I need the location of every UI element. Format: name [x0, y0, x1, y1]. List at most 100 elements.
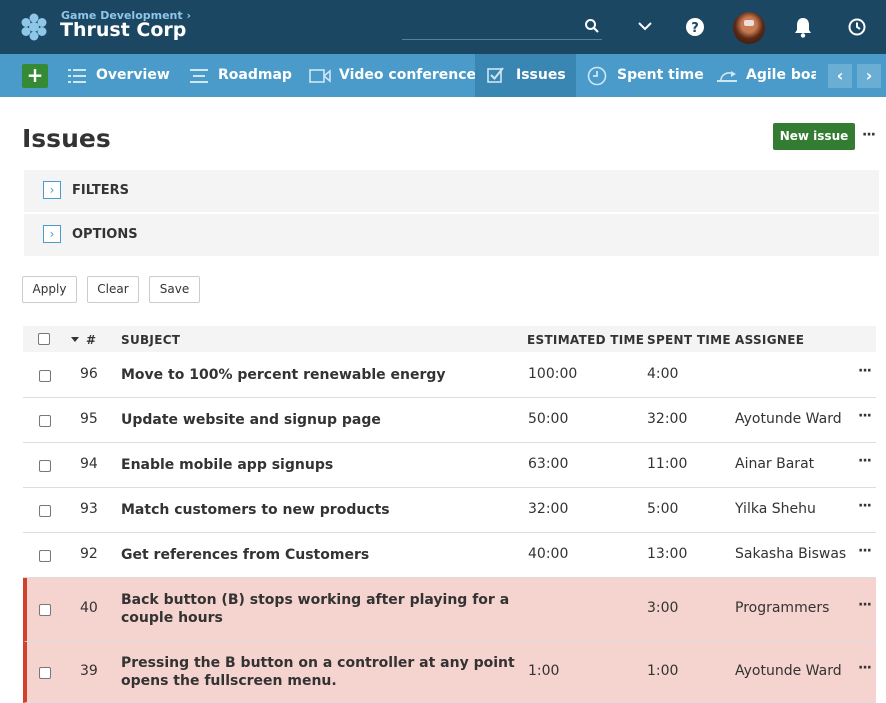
search-input[interactable]	[402, 14, 602, 40]
chevron-down-icon[interactable]	[637, 20, 653, 32]
table-row[interactable]: 92 Get references from Customers 40:00 13:0…	[23, 533, 876, 578]
tab-issues[interactable]: Issues	[475, 54, 576, 97]
row-checkbox[interactable]	[39, 460, 51, 472]
nav-scroll-right-button[interactable]: ›	[857, 64, 881, 88]
issue-subject[interactable]: Back button (B) stops working after play…	[121, 591, 521, 627]
row-more-icon[interactable]: ···	[858, 660, 872, 676]
row-checkbox[interactable]	[39, 550, 51, 562]
agile-icon	[717, 71, 737, 83]
tab-agile-boards[interactable]: Agile boards	[708, 54, 816, 97]
issue-estimated-time: 50:00	[528, 411, 569, 427]
project-name[interactable]: Thrust Corp	[60, 19, 186, 41]
row-checkbox[interactable]	[39, 667, 51, 679]
issue-spent-time[interactable]: 32:00	[647, 411, 687, 427]
issue-subject[interactable]: Enable mobile app signups	[121, 456, 521, 474]
tab-roadmap[interactable]: Roadmap	[182, 54, 297, 97]
clear-button[interactable]: Clear	[87, 276, 139, 303]
help-icon[interactable]: ?	[685, 17, 705, 37]
row-more-icon[interactable]: ···	[858, 408, 872, 424]
issue-id[interactable]: 92	[80, 546, 98, 562]
issue-assignee[interactable]: Sakasha Biswas	[735, 546, 846, 562]
options-panel[interactable]: › OPTIONS	[24, 214, 879, 256]
issue-estimated-time: 100:00	[528, 366, 578, 382]
table-row[interactable]: 95 Update website and signup page 50:00 32:…	[23, 398, 876, 443]
issue-spent-time[interactable]: 3:00	[647, 600, 678, 616]
row-checkbox[interactable]	[39, 415, 51, 427]
more-options-icon[interactable]: ···	[862, 127, 876, 143]
main-nav: + Overview Roadmap Video conference Issu…	[0, 54, 886, 97]
issue-estimated-time: 32:00	[528, 501, 569, 517]
column-assignee[interactable]: ASSIGNEE	[735, 333, 804, 347]
save-button[interactable]: Save	[149, 276, 200, 303]
tab-issues-label: Issues	[516, 67, 566, 83]
table-row[interactable]: 94 Enable mobile app signups 63:00 11:00 Ain…	[23, 443, 876, 488]
top-bar: Game Development › Thrust Corp ?	[0, 0, 886, 54]
nav-scroll-left-button[interactable]: ‹	[828, 64, 852, 88]
new-issue-button[interactable]: New issue	[773, 123, 855, 150]
bell-icon[interactable]	[793, 16, 813, 38]
row-more-icon[interactable]: ···	[858, 453, 872, 469]
select-all-checkbox[interactable]	[38, 333, 50, 345]
openproject-logo-icon[interactable]	[20, 13, 48, 41]
table-row[interactable]: 40 Back button (B) stops working after pl…	[23, 578, 876, 642]
row-checkbox[interactable]	[39, 505, 51, 517]
table-row[interactable]: 93 Match customers to new products 32:00 5:…	[23, 488, 876, 533]
tab-video-conference[interactable]: Video conference	[301, 54, 476, 97]
tab-spent-time-label: Spent time	[617, 67, 704, 83]
issue-assignee[interactable]: Yilka Shehu	[735, 501, 816, 517]
table-row[interactable]: 96 Move to 100% percent renewable energy 1…	[23, 353, 876, 398]
issue-id[interactable]: 39	[80, 663, 98, 679]
issue-id[interactable]: 95	[80, 411, 98, 427]
issue-subject[interactable]: Get references from Customers	[121, 546, 521, 564]
tab-overview[interactable]: Overview	[60, 54, 175, 97]
issue-spent-time[interactable]: 11:00	[647, 456, 687, 472]
clock-icon	[587, 66, 607, 86]
chevron-right-icon[interactable]: ›	[43, 181, 61, 199]
roadmap-icon	[190, 69, 208, 83]
sort-desc-icon[interactable]	[71, 337, 79, 342]
filters-label: FILTERS	[72, 183, 129, 198]
row-more-icon[interactable]: ···	[858, 363, 872, 379]
issue-assignee[interactable]: Ainar Barat	[735, 456, 814, 472]
filters-panel[interactable]: › FILTERS	[24, 170, 879, 212]
column-id[interactable]: #	[86, 333, 96, 347]
issue-id[interactable]: 40	[80, 600, 98, 616]
issue-estimated-time: 40:00	[528, 546, 569, 562]
list-icon	[68, 69, 86, 83]
issue-spent-time[interactable]: 1:00	[647, 663, 678, 679]
row-more-icon[interactable]: ···	[858, 498, 872, 514]
apply-button[interactable]: Apply	[22, 276, 77, 303]
column-subject[interactable]: SUBJECT	[121, 333, 180, 347]
row-more-icon[interactable]: ···	[858, 543, 872, 559]
issue-subject[interactable]: Match customers to new products	[121, 501, 521, 519]
issue-id[interactable]: 96	[80, 366, 98, 382]
avatar[interactable]	[733, 12, 765, 44]
search-icon[interactable]	[584, 18, 600, 34]
options-label: OPTIONS	[72, 227, 138, 242]
tab-roadmap-label: Roadmap	[218, 67, 292, 83]
row-checkbox[interactable]	[39, 370, 51, 382]
page-title: Issues	[22, 124, 111, 153]
add-button[interactable]: +	[22, 64, 48, 88]
issue-spent-time[interactable]: 4:00	[647, 366, 678, 382]
column-estimated-time[interactable]: ESTIMATED TIME	[527, 333, 644, 347]
table-row[interactable]: 39 Pressing the B button on a controller …	[23, 642, 876, 703]
issue-spent-time[interactable]: 5:00	[647, 501, 678, 517]
issue-id[interactable]: 94	[80, 456, 98, 472]
checkbox-icon	[487, 67, 504, 83]
column-spent-time[interactable]: SPENT TIME	[647, 333, 731, 347]
row-checkbox[interactable]	[39, 604, 51, 616]
issue-spent-time[interactable]: 13:00	[647, 546, 687, 562]
issue-assignee[interactable]: Ayotunde Ward	[735, 663, 842, 679]
issue-subject[interactable]: Pressing the B button on a controller at…	[121, 654, 521, 690]
row-more-icon[interactable]: ···	[858, 597, 872, 613]
chevron-right-icon[interactable]: ›	[43, 225, 61, 243]
issue-subject[interactable]: Move to 100% percent renewable energy	[121, 366, 521, 384]
tab-spent-time[interactable]: Spent time	[580, 54, 705, 97]
issue-subject[interactable]: Update website and signup page	[121, 411, 521, 429]
issue-assignee[interactable]: Programmers	[735, 600, 829, 616]
table-header: # SUBJECT ESTIMATED TIME SPENT TIME ASSI…	[23, 326, 876, 352]
issue-assignee[interactable]: Ayotunde Ward	[735, 411, 842, 427]
clock-icon[interactable]	[847, 17, 867, 37]
issue-id[interactable]: 93	[80, 501, 98, 517]
